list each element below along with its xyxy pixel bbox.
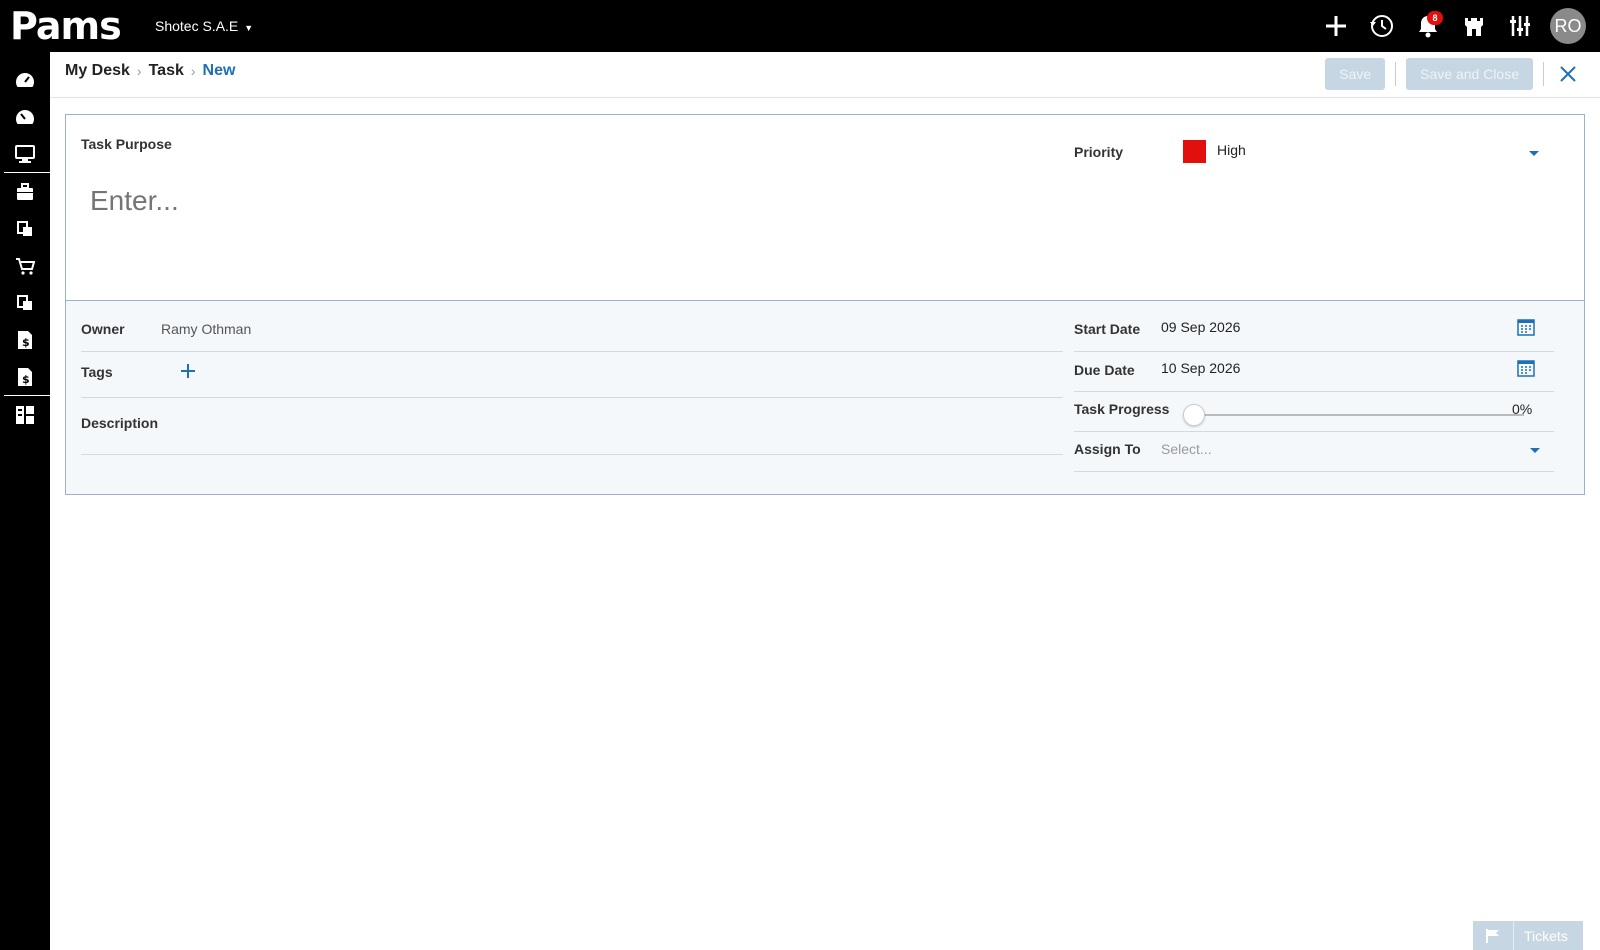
bell-icon[interactable]: 8 xyxy=(1412,10,1444,42)
task-progress-handle[interactable] xyxy=(1183,404,1205,426)
invoice-icon: $ xyxy=(18,367,32,386)
task-form-top: Task Purpose Priority High xyxy=(66,115,1584,301)
start-date-value[interactable]: 09 Sep 2026 xyxy=(1161,319,1240,335)
priority-dropdown-icon[interactable] xyxy=(1529,151,1539,156)
sidebar-item-grid[interactable] xyxy=(0,396,50,433)
grid-icon xyxy=(16,405,34,424)
logo-text: Pams xyxy=(10,4,122,48)
breadcrumb: My Desk › Task › New xyxy=(65,62,235,80)
top-bar: Pams Shotec S.A.E ▼ 8 RO xyxy=(0,0,1600,52)
assign-to-select[interactable]: Select... xyxy=(1161,441,1212,457)
description-field[interactable] xyxy=(81,454,1063,455)
tickets-label: Tickets xyxy=(1524,927,1568,944)
invoice-icon: $ xyxy=(18,330,32,349)
breadcrumb-task[interactable]: Task xyxy=(149,62,184,80)
avatar[interactable]: RO xyxy=(1550,8,1586,44)
briefcase-icon xyxy=(17,182,33,200)
cart-icon xyxy=(16,257,35,275)
documents-icon xyxy=(17,220,32,236)
divider xyxy=(1074,391,1554,392)
task-progress-value: 0% xyxy=(1512,401,1533,417)
divider xyxy=(1395,62,1397,86)
task-purpose-label: Task Purpose xyxy=(81,136,172,152)
assign-to-label: Assign To xyxy=(1074,441,1141,457)
chevron-down-icon: ▼ xyxy=(244,23,254,33)
flag-icon xyxy=(1473,921,1514,950)
divider xyxy=(1074,471,1554,472)
avatar-initials: RO xyxy=(1554,15,1582,36)
sidebar-item-invoice[interactable]: $ xyxy=(0,321,50,358)
sliders-icon[interactable] xyxy=(1504,10,1536,42)
owner-label: Owner xyxy=(81,321,125,337)
plus-icon xyxy=(181,364,195,378)
calendar-icon[interactable] xyxy=(1516,317,1536,337)
due-date-label: Due Date xyxy=(1074,362,1135,378)
svg-text:$: $ xyxy=(22,373,30,386)
assign-to-dropdown-icon[interactable] xyxy=(1530,448,1540,453)
sidebar-item-dashboard[interactable] xyxy=(0,61,50,98)
calendar-icon[interactable] xyxy=(1516,358,1536,378)
dashboard-icon xyxy=(16,72,34,87)
divider xyxy=(1074,351,1554,352)
company-selector[interactable]: Shotec S.A.E ▼ xyxy=(155,18,253,34)
sidebar-item-documents-2[interactable] xyxy=(0,284,50,321)
divider xyxy=(1543,62,1544,86)
documents-icon xyxy=(17,294,32,310)
due-date-value[interactable]: 10 Sep 2026 xyxy=(1161,360,1240,376)
chevron-right-icon: › xyxy=(136,63,142,79)
app-logo[interactable]: Pams xyxy=(10,4,122,48)
priority-color-swatch xyxy=(1183,140,1206,163)
castle-icon[interactable] xyxy=(1458,10,1490,42)
priority-label: Priority xyxy=(1074,144,1124,160)
save-button[interactable]: Save xyxy=(1325,58,1386,90)
svg-text:$: $ xyxy=(22,336,30,349)
dashboard-icon xyxy=(16,109,34,124)
company-name: Shotec S.A.E xyxy=(155,18,239,34)
close-button[interactable] xyxy=(1556,62,1580,86)
task-progress-slider[interactable] xyxy=(1194,414,1524,416)
priority-value[interactable]: High xyxy=(1217,142,1246,158)
divider xyxy=(1074,431,1554,432)
tags-label: Tags xyxy=(81,364,113,380)
sidebar-item-invoice-2[interactable]: $ xyxy=(0,358,50,395)
breadcrumb-current: New xyxy=(202,62,236,79)
sidebar-item-documents[interactable] xyxy=(0,210,50,247)
notification-badge: 8 xyxy=(1427,11,1443,25)
divider xyxy=(81,397,1063,398)
tickets-button[interactable]: Tickets xyxy=(1473,921,1583,950)
page-header: My Desk › Task › New Save Save and Close xyxy=(50,52,1600,98)
close-icon xyxy=(1560,66,1576,82)
sidebar-item-briefcase[interactable] xyxy=(0,173,50,210)
history-icon[interactable] xyxy=(1366,10,1398,42)
divider xyxy=(81,351,1063,352)
task-form: Task Purpose Priority High Owner Ramy Ot… xyxy=(65,114,1585,495)
sidebar: $ $ xyxy=(0,52,50,950)
sidebar-item-cart[interactable] xyxy=(0,247,50,284)
start-date-label: Start Date xyxy=(1074,321,1141,337)
plus-icon[interactable] xyxy=(1320,10,1352,42)
top-actions: 8 RO xyxy=(1320,8,1586,44)
description-label: Description xyxy=(81,415,159,431)
owner-value: Ramy Othman xyxy=(161,321,252,337)
sidebar-item-monitor[interactable] xyxy=(0,135,50,172)
header-actions: Save Save and Close xyxy=(1325,58,1580,90)
breadcrumb-my-desk[interactable]: My Desk xyxy=(65,62,130,80)
save-and-close-button[interactable]: Save and Close xyxy=(1406,58,1533,90)
task-progress-label: Task Progress xyxy=(1074,401,1170,417)
sidebar-item-dashboard-2[interactable] xyxy=(0,98,50,135)
task-purpose-input[interactable] xyxy=(90,185,990,217)
add-tag-button[interactable] xyxy=(178,361,198,381)
monitor-icon xyxy=(15,144,35,163)
chevron-right-icon: › xyxy=(190,63,196,79)
